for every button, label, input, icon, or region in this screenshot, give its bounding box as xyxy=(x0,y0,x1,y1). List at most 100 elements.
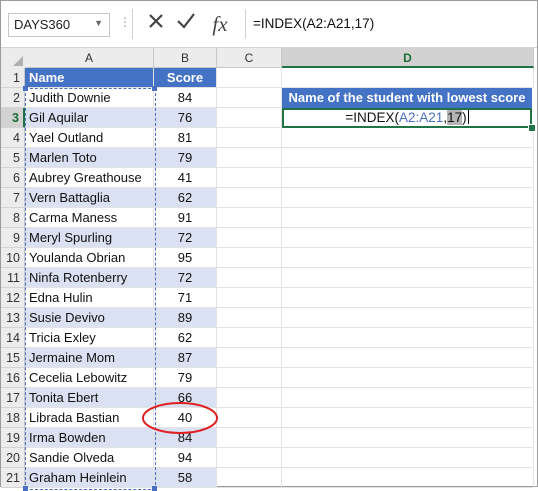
empty-cell[interactable] xyxy=(282,348,534,368)
row-header[interactable]: 19 xyxy=(1,428,25,448)
row-header[interactable]: 9 xyxy=(1,228,25,248)
row-header[interactable]: 4 xyxy=(1,128,25,148)
empty-cell[interactable] xyxy=(282,268,534,288)
fill-handle[interactable] xyxy=(528,124,536,132)
name-cell[interactable]: Meryl Spurling xyxy=(25,228,154,248)
row-header[interactable]: 11 xyxy=(1,268,25,288)
name-cell[interactable]: Tonita Ebert xyxy=(25,388,154,408)
score-cell[interactable]: 62 xyxy=(154,328,217,348)
name-cell[interactable]: Judith Downie xyxy=(25,88,154,108)
row-header[interactable]: 7 xyxy=(1,188,25,208)
score-cell[interactable]: 94 xyxy=(154,448,217,468)
row-header[interactable]: 18 xyxy=(1,408,25,428)
empty-cell[interactable] xyxy=(217,88,282,108)
empty-cell[interactable] xyxy=(282,68,534,88)
score-cell[interactable]: 62 xyxy=(154,188,217,208)
row-header[interactable]: 8 xyxy=(1,208,25,228)
score-cell[interactable]: 76 xyxy=(154,108,217,128)
name-cell[interactable]: Sandie Olveda xyxy=(25,448,154,468)
empty-cell[interactable] xyxy=(217,328,282,348)
score-cell[interactable]: 41 xyxy=(154,168,217,188)
score-cell[interactable]: 84 xyxy=(154,88,217,108)
score-cell[interactable]: 72 xyxy=(154,268,217,288)
score-cell[interactable]: 71 xyxy=(154,288,217,308)
score-cell[interactable]: 91 xyxy=(154,208,217,228)
empty-cell[interactable] xyxy=(282,388,534,408)
empty-cell[interactable] xyxy=(217,148,282,168)
header-cell-score[interactable]: Score xyxy=(154,68,217,88)
name-box-dropdown-icon[interactable]: ▼ xyxy=(94,18,103,28)
name-cell[interactable]: Jermaine Mom xyxy=(25,348,154,368)
name-cell[interactable]: Yael Outland xyxy=(25,128,154,148)
formula-edit-cell[interactable]: =INDEX(A2:A21,17) xyxy=(282,108,532,128)
empty-cell[interactable] xyxy=(217,108,282,128)
name-cell[interactable]: Tricia Exley xyxy=(25,328,154,348)
header-cell-name[interactable]: Name xyxy=(25,68,154,88)
empty-cell[interactable] xyxy=(217,188,282,208)
empty-cell[interactable] xyxy=(217,268,282,288)
empty-cell[interactable] xyxy=(282,248,534,268)
name-cell[interactable]: Gil Aquilar xyxy=(25,108,154,128)
empty-cell[interactable] xyxy=(282,188,534,208)
row-header[interactable]: 3 xyxy=(1,108,25,128)
score-cell[interactable]: 79 xyxy=(154,368,217,388)
score-cell[interactable]: 81 xyxy=(154,128,217,148)
column-header-b[interactable]: B xyxy=(154,48,217,68)
cancel-icon[interactable] xyxy=(143,11,169,37)
empty-cell[interactable] xyxy=(282,408,534,428)
empty-cell[interactable] xyxy=(217,168,282,188)
empty-cell[interactable] xyxy=(217,68,282,88)
insert-function-icon[interactable]: fx xyxy=(207,11,233,37)
empty-cell[interactable] xyxy=(217,448,282,468)
empty-cell[interactable] xyxy=(282,288,534,308)
name-cell[interactable]: Marlen Toto xyxy=(25,148,154,168)
row-header[interactable]: 16 xyxy=(1,368,25,388)
empty-cell[interactable] xyxy=(217,228,282,248)
name-cell[interactable]: Cecelia Lebowitz xyxy=(25,368,154,388)
column-header-a[interactable]: A xyxy=(25,48,154,68)
name-cell[interactable]: Ninfa Rotenberry xyxy=(25,268,154,288)
empty-cell[interactable] xyxy=(282,448,534,468)
row-header[interactable]: 1 xyxy=(1,68,25,88)
empty-cell[interactable] xyxy=(282,428,534,448)
empty-cell[interactable] xyxy=(282,468,534,488)
row-header[interactable]: 2 xyxy=(1,88,25,108)
name-cell[interactable]: Youlanda Obrian xyxy=(25,248,154,268)
name-cell[interactable]: Aubrey Greathouse xyxy=(25,168,154,188)
empty-cell[interactable] xyxy=(282,328,534,348)
empty-cell[interactable] xyxy=(217,288,282,308)
empty-cell[interactable] xyxy=(282,128,534,148)
row-header[interactable]: 5 xyxy=(1,148,25,168)
empty-cell[interactable] xyxy=(217,468,282,488)
empty-cell[interactable] xyxy=(217,208,282,228)
column-header-c[interactable]: C xyxy=(217,48,282,68)
score-cell[interactable]: 95 xyxy=(154,248,217,268)
row-header[interactable]: 15 xyxy=(1,348,25,368)
name-cell[interactable]: Edna Hulin xyxy=(25,288,154,308)
name-cell[interactable]: Graham Heinlein xyxy=(25,468,154,488)
score-cell[interactable]: 79 xyxy=(154,148,217,168)
row-header[interactable]: 13 xyxy=(1,308,25,328)
empty-cell[interactable] xyxy=(217,128,282,148)
empty-cell[interactable] xyxy=(217,248,282,268)
empty-cell[interactable] xyxy=(282,228,534,248)
empty-cell[interactable] xyxy=(282,368,534,388)
empty-cell[interactable] xyxy=(217,348,282,368)
score-cell[interactable]: 87 xyxy=(154,348,217,368)
row-header[interactable]: 14 xyxy=(1,328,25,348)
row-header[interactable]: 20 xyxy=(1,448,25,468)
empty-cell[interactable] xyxy=(282,168,534,188)
select-all-button[interactable] xyxy=(1,48,26,69)
score-cell[interactable]: 72 xyxy=(154,228,217,248)
formula-input[interactable]: =INDEX(A2:A21,17) xyxy=(253,13,374,35)
name-box[interactable]: DAYS360 ▼ xyxy=(8,13,110,37)
column-header-d[interactable]: D xyxy=(282,48,534,68)
name-cell[interactable]: Librada Bastian xyxy=(25,408,154,428)
row-header[interactable]: 6 xyxy=(1,168,25,188)
row-header[interactable]: 10 xyxy=(1,248,25,268)
row-header[interactable]: 17 xyxy=(1,388,25,408)
row-header[interactable]: 12 xyxy=(1,288,25,308)
name-cell[interactable]: Susie Devivo xyxy=(25,308,154,328)
empty-cell[interactable] xyxy=(282,308,534,328)
score-cell[interactable]: 89 xyxy=(154,308,217,328)
